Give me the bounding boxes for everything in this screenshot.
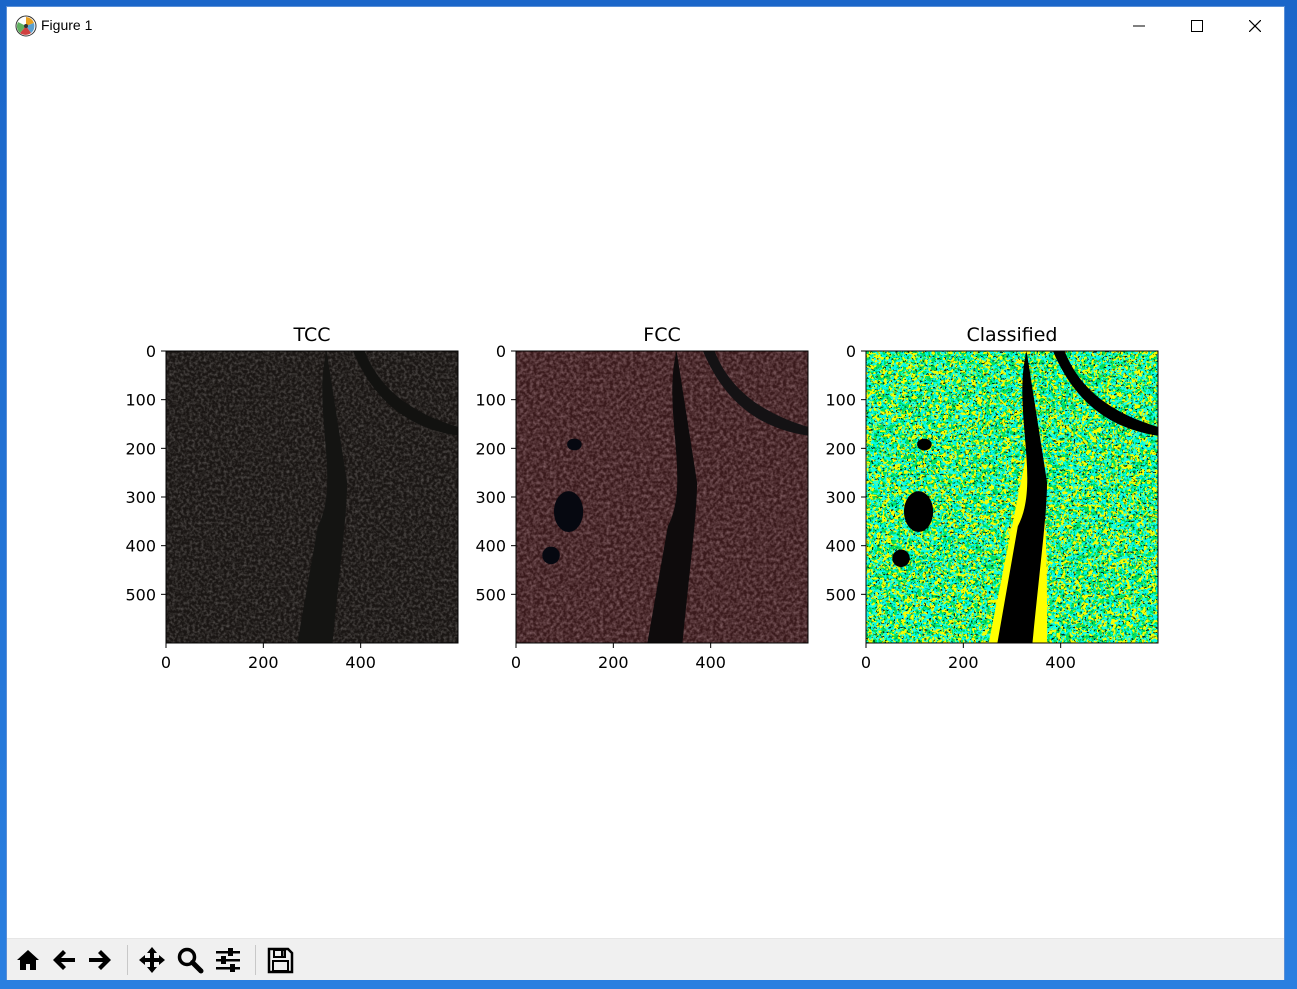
back-button[interactable] [47,943,81,977]
y-tick-label: 400 [125,537,156,556]
arrow-left-icon [53,950,75,970]
image-tcc [166,351,458,643]
y-tick-label: 300 [475,488,506,507]
navigation-toolbar [7,938,1284,980]
subplot-tcc: TCC 0 100 200 300 400 500 0 200 400 [125,324,459,672]
toolbar-separator [127,945,128,975]
y-tick-label: 0 [846,342,856,361]
y-tick-label: 500 [475,585,506,604]
floppy-disk-icon [267,947,294,974]
subplot-classified: Classified 0 100 200 300 400 500 0 200 400 [825,324,1159,672]
configure-subplots-button[interactable] [211,943,245,977]
y-tick-label: 200 [825,439,856,458]
close-icon [1249,20,1261,32]
y-tick-label: 200 [475,439,506,458]
x-tick-label: 200 [598,653,629,672]
zoom-button[interactable] [173,943,207,977]
x-tick-label: 200 [248,653,279,672]
y-tick-label: 400 [825,537,856,556]
maximize-button[interactable] [1168,7,1226,45]
x-tick-label: 400 [345,653,376,672]
x-tick-label: 400 [1045,653,1076,672]
image-classified [866,351,1158,643]
y-tick-label: 500 [125,585,156,604]
y-tick-label: 300 [125,488,156,507]
y-tick-label: 400 [475,537,506,556]
home-button[interactable] [11,943,45,977]
figure-plot-area: TCC 0 100 200 300 400 500 0 200 400 FCC 0 100 200 300 4… [125,324,1159,672]
y-tick-label: 100 [825,391,856,410]
close-button[interactable] [1226,7,1284,45]
x-tick-label: 0 [161,653,171,672]
home-icon [17,950,39,970]
y-tick-label: 200 [125,439,156,458]
minimize-icon [1133,25,1145,27]
maximize-icon [1191,20,1203,32]
subplot-title: TCC [292,324,330,346]
y-tick-label: 100 [125,391,156,410]
sliders-icon [216,948,240,972]
image-fcc [516,351,808,643]
save-button[interactable] [263,943,297,977]
move-icon [139,947,165,973]
magnifier-icon [177,947,204,974]
arrow-right-icon [89,950,111,970]
subplot-title: FCC [643,324,680,346]
y-tick-label: 300 [825,488,856,507]
y-tick-label: 100 [475,391,506,410]
subplot-fcc: FCC 0 100 200 300 400 500 0 200 400 [475,324,809,672]
pan-button[interactable] [135,943,169,977]
x-tick-label: 0 [511,653,521,672]
y-tick-label: 0 [146,342,156,361]
title-bar: Figure 1 [7,7,1284,46]
figure-window: Figure 1 TCC 0 100 200 300 400 500 0 200… [6,6,1285,980]
window-title: Figure 1 [41,17,93,33]
y-tick-label: 500 [825,585,856,604]
matplotlib-app-icon [15,15,37,37]
subplot-title: Classified [967,324,1058,346]
toolbar-separator [255,945,256,975]
forward-button[interactable] [83,943,117,977]
x-tick-label: 400 [695,653,726,672]
x-tick-label: 0 [861,653,871,672]
x-tick-label: 200 [948,653,979,672]
y-tick-label: 0 [496,342,506,361]
minimize-button[interactable] [1110,7,1168,45]
figure-canvas[interactable]: TCC 0 100 200 300 400 500 0 200 400 FCC 0 100 200 300 4… [7,45,1284,938]
